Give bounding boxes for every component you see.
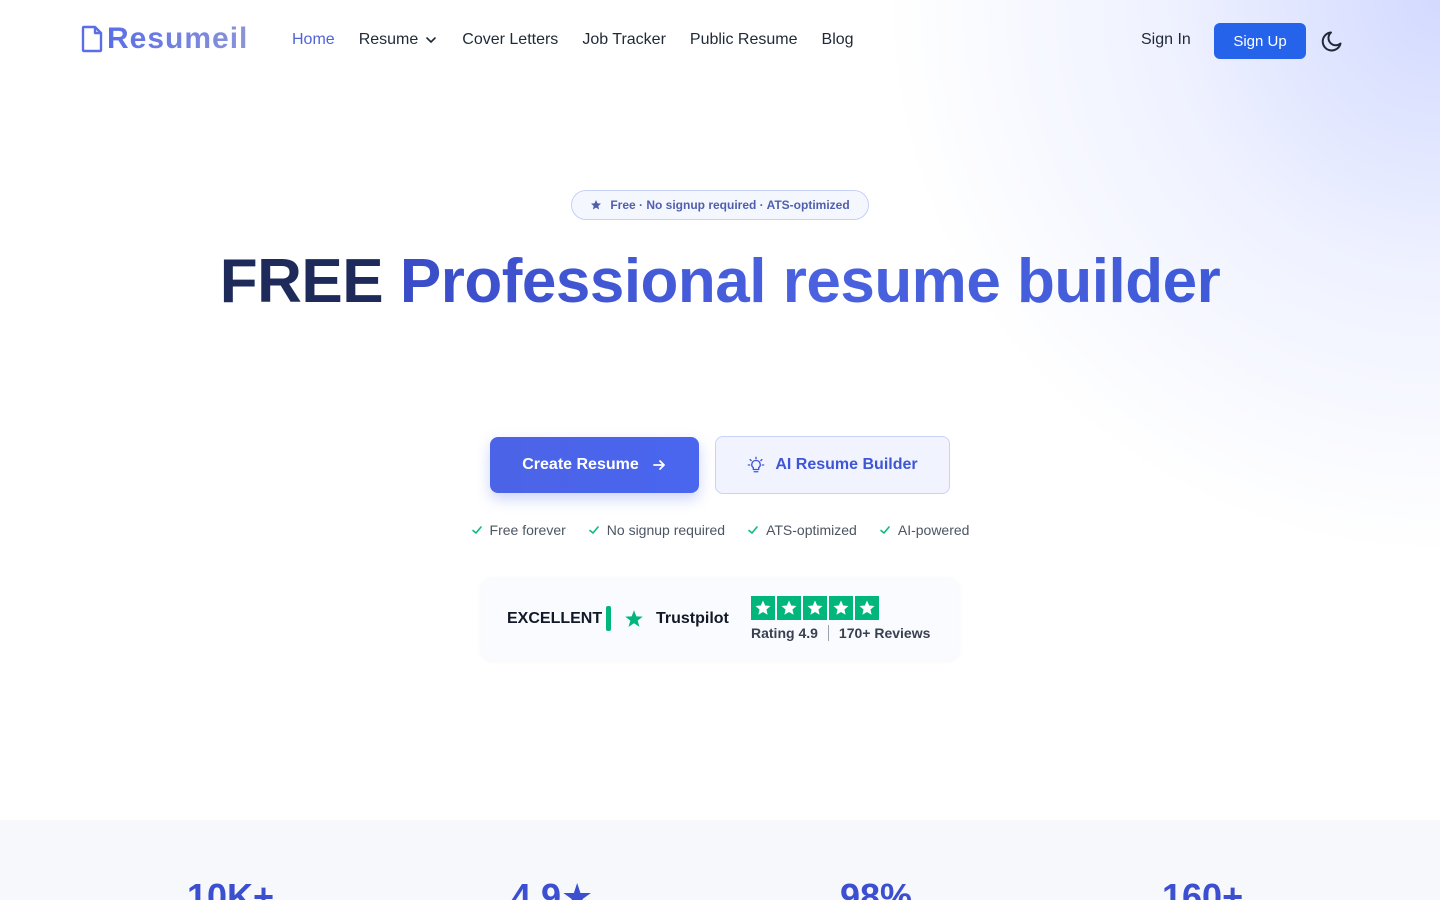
arrow-right-icon <box>652 460 665 470</box>
stat-value: 160+ <box>1162 876 1244 900</box>
trustpilot-name: Trustpilot <box>656 610 729 627</box>
feature-item: Free forever <box>471 522 566 538</box>
stats-section: 10K+ 4.9★ 98% 160+ <box>0 820 1440 900</box>
trustpilot-divider <box>606 606 611 631</box>
nav-cover-letters[interactable]: Cover Letters <box>462 31 558 49</box>
check-icon <box>880 526 890 534</box>
check-icon <box>471 526 482 534</box>
nav-home[interactable]: Home <box>292 31 335 49</box>
feature-label: No signup required <box>606 522 726 538</box>
review-count: 170+ Reviews <box>838 625 931 641</box>
ai-resume-builder-label: AI Resume Builder <box>775 456 918 473</box>
hero-badge-text: Free · No signup required · ATS-optimize… <box>610 198 850 212</box>
trustpilot-stars <box>751 596 879 620</box>
hero-title: FREE Professional resume builder <box>0 244 1440 320</box>
stat-value: 10K+ <box>187 876 275 900</box>
feature-item: AI-powered <box>879 522 970 538</box>
lightbulb-icon <box>748 456 765 473</box>
brand-name: Resumeil <box>107 22 249 55</box>
sign-in-link[interactable]: Sign In <box>1141 31 1191 49</box>
feature-label: Free forever <box>489 522 566 538</box>
rating-star-icon <box>777 596 801 620</box>
document-icon <box>81 25 103 53</box>
moon-icon[interactable] <box>1320 28 1346 54</box>
feature-item: No signup required <box>588 522 725 538</box>
rating-star-icon <box>855 596 879 620</box>
brand-logo[interactable]: Resumeil <box>81 22 248 56</box>
chevron-down-icon <box>426 37 437 43</box>
main-nav: Home Resume Cover Letters Job Tracker Pu… <box>292 31 854 49</box>
nav-blog[interactable]: Blog <box>822 31 854 49</box>
feature-label: AI-powered <box>897 522 970 538</box>
create-resume-button[interactable]: Create Resume <box>490 437 699 493</box>
trustpilot-verdict: EXCELLENT <box>507 610 603 627</box>
sign-up-button[interactable]: Sign Up <box>1214 23 1306 59</box>
check-icon <box>748 526 758 534</box>
trustpilot-star-icon <box>625 610 643 627</box>
feature-list: Free forever No signup required ATS-opti… <box>0 522 1440 538</box>
rating-value: Rating 4.9 <box>751 625 818 641</box>
feature-item: ATS-optimized <box>747 522 857 538</box>
nav-resume-dropdown[interactable]: Resume <box>359 31 439 49</box>
check-icon <box>588 526 599 534</box>
rating-star-icon <box>751 596 775 620</box>
trustpilot-rating: Rating 4.9 170+ Reviews <box>751 625 930 641</box>
nav-resume-label: Resume <box>358 31 419 48</box>
rating-star-icon <box>829 596 853 620</box>
trustpilot-widget[interactable]: EXCELLENT Trustpilot Rating 4.9 170+ Rev… <box>481 578 959 660</box>
top-navbar: Resumeil Home Resume Cover Letters Job T… <box>0 0 1440 82</box>
nav-job-tracker[interactable]: Job Tracker <box>582 31 666 49</box>
rating-star-icon <box>803 596 827 620</box>
hero-title-highlight: Professional resume builder <box>399 247 1221 316</box>
ai-resume-builder-button[interactable]: AI Resume Builder <box>715 436 950 494</box>
rating-separator <box>827 625 829 641</box>
feature-label: ATS-optimized <box>766 522 857 538</box>
hero-badge: Free · No signup required · ATS-optimize… <box>571 190 869 220</box>
hero-title-free: FREE <box>219 247 400 316</box>
star-icon <box>591 200 602 210</box>
create-resume-label: Create Resume <box>522 456 639 473</box>
nav-public-resume[interactable]: Public Resume <box>690 31 798 49</box>
stat-value: 4.9★ <box>511 876 594 900</box>
stat-value: 98% <box>840 876 913 900</box>
